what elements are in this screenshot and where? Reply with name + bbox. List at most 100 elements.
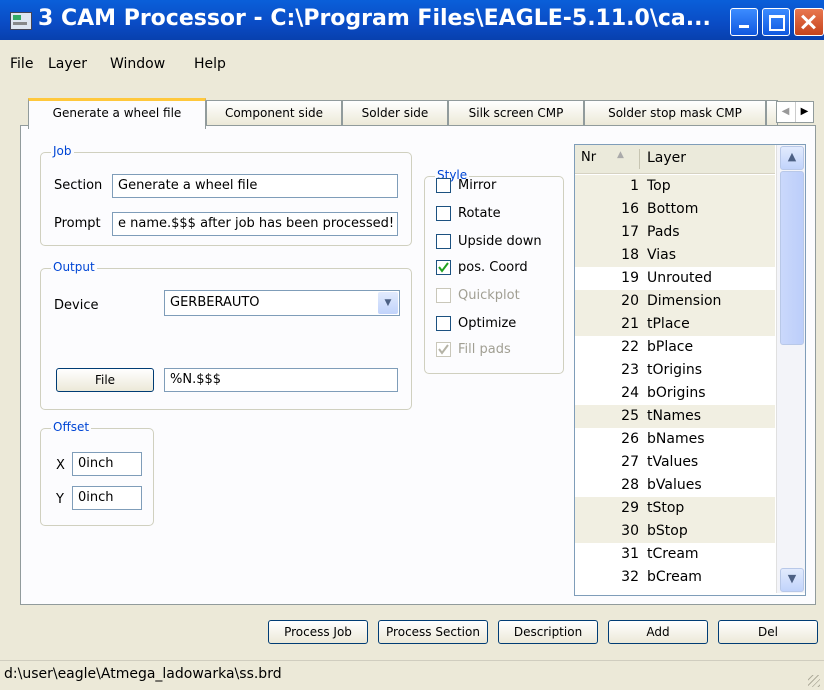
layer-nr: 16 <box>621 201 639 217</box>
offset-x-input[interactable]: 0inch <box>72 452 142 476</box>
column-divider <box>639 149 640 169</box>
fill-pads-checkbox[interactable] <box>436 342 451 357</box>
prompt-input[interactable]: e name.$$$ after job has been processed! <box>112 212 398 236</box>
tab-solder-side[interactable]: Solder side <box>342 100 448 125</box>
layer-nr: 31 <box>621 546 639 562</box>
tab-scroll-buttons: ◀ ▶ <box>776 101 814 123</box>
column-nr-header[interactable]: Nr <box>581 150 596 165</box>
layer-name: Vias <box>647 247 677 263</box>
maximize-button[interactable] <box>762 8 790 36</box>
offset-group: Offset <box>40 420 154 526</box>
file-input[interactable]: %N.$$$ <box>164 368 398 392</box>
layer-name: Pads <box>647 224 680 240</box>
scroll-left-icon[interactable]: ◀ <box>777 102 794 122</box>
layer-nr: 22 <box>621 339 639 355</box>
layer-row[interactable]: 19 Unrouted <box>575 267 775 290</box>
layer-row[interactable]: 1 Top <box>575 175 775 198</box>
column-layer-header[interactable]: Layer <box>647 150 686 166</box>
layer-row[interactable]: 22 bPlace <box>575 336 775 359</box>
mirror-label: Mirror <box>458 178 497 193</box>
device-select[interactable]: GERBERAUTO ▼ <box>164 290 400 316</box>
menu-help[interactable]: Help <box>194 56 226 72</box>
layer-row[interactable]: 28 bValues <box>575 474 775 497</box>
layer-name: tNames <box>647 408 702 424</box>
layer-name: Dimension <box>647 293 722 309</box>
mirror-checkbox[interactable] <box>436 178 451 193</box>
tab-silk-screen-cmp[interactable]: Silk screen CMP <box>448 100 584 125</box>
fill-pads-label: Fill pads <box>458 342 511 357</box>
layer-nr: 23 <box>621 362 639 378</box>
checkmark-icon <box>438 344 449 355</box>
layer-name: bValues <box>647 477 702 493</box>
rotate-checkbox[interactable] <box>436 206 451 221</box>
status-path: d:\user\eagle\Atmega_ladowarka\ss.brd <box>4 666 282 682</box>
menu-window[interactable]: Window <box>110 56 165 72</box>
quickplot-checkbox[interactable] <box>436 288 451 303</box>
output-legend: Output <box>51 260 97 274</box>
description-button[interactable]: Description <box>498 620 598 644</box>
optimize-checkbox[interactable] <box>436 316 451 331</box>
layer-row[interactable]: 32 bCream <box>575 566 775 589</box>
rotate-label: Rotate <box>458 206 501 221</box>
layer-row[interactable]: 16 Bottom <box>575 198 775 221</box>
menu-layer[interactable]: Layer <box>48 56 87 72</box>
layer-nr: 28 <box>621 477 639 493</box>
layer-list[interactable]: Nr ▲ Layer 1 Top 16 Bottom 17 Pads 18 Vias 19 Unr… <box>574 144 806 596</box>
device-label: Device <box>54 298 99 313</box>
chevron-down-icon[interactable]: ▼ <box>378 292 398 314</box>
layer-row[interactable]: 29 tStop <box>575 497 775 520</box>
process-section-button[interactable]: Process Section <box>378 620 488 644</box>
del-button[interactable]: Del <box>718 620 818 644</box>
optimize-label: Optimize <box>458 316 517 331</box>
menu-file[interactable]: File <box>10 56 33 72</box>
section-input[interactable]: Generate a wheel file <box>112 174 398 198</box>
layer-name: tPlace <box>647 316 690 332</box>
file-button[interactable]: File <box>56 368 154 392</box>
layer-row[interactable]: 30 bStop <box>575 520 775 543</box>
layer-nr: 17 <box>621 224 639 240</box>
tab-generate-wheel-file[interactable]: Generate a wheel file <box>28 98 206 129</box>
add-button[interactable]: Add <box>608 620 708 644</box>
tab-solder-stop-mask-cmp[interactable]: Solder stop mask CMP <box>584 100 766 125</box>
upside-down-checkbox[interactable] <box>436 234 451 249</box>
job-legend: Job <box>51 144 74 158</box>
scroll-right-icon[interactable]: ▶ <box>795 102 813 122</box>
layer-row[interactable]: 17 Pads <box>575 221 775 244</box>
tab-strip: Generate a wheel file Component side Sol… <box>28 98 816 129</box>
layer-name: bNames <box>647 431 705 447</box>
layer-row[interactable]: 20 Dimension <box>575 290 775 313</box>
app-icon[interactable] <box>10 12 32 30</box>
layer-row[interactable]: 18 Vias <box>575 244 775 267</box>
layer-row[interactable]: 26 bNames <box>575 428 775 451</box>
scrollbar-thumb[interactable] <box>780 171 804 345</box>
upside-down-label: Upside down <box>458 234 542 249</box>
offset-y-input[interactable]: 0inch <box>72 486 142 510</box>
layer-nr: 25 <box>621 408 639 424</box>
layer-name: tValues <box>647 454 699 470</box>
layer-name: bCream <box>647 569 702 585</box>
layer-row[interactable]: 31 tCream <box>575 543 775 566</box>
close-button[interactable] <box>794 8 824 36</box>
resize-grip-icon[interactable] <box>808 675 820 687</box>
pos-coord-checkbox[interactable] <box>436 260 451 275</box>
scroll-down-icon[interactable]: ▼ <box>780 568 804 592</box>
device-value: GERBERAUTO <box>170 295 260 310</box>
layer-row[interactable]: 27 tValues <box>575 451 775 474</box>
process-job-button[interactable]: Process Job <box>268 620 368 644</box>
layer-row[interactable]: 23 tOrigins <box>575 359 775 382</box>
layer-row[interactable]: 24 bOrigins <box>575 382 775 405</box>
layer-nr: 24 <box>621 385 639 401</box>
tab-component-side[interactable]: Component side <box>206 100 342 125</box>
title-bar[interactable]: 3 CAM Processor - C:\Program Files\EAGLE… <box>0 0 824 40</box>
layer-nr: 18 <box>621 247 639 263</box>
layer-nr: 32 <box>621 569 639 585</box>
layer-list-scrollbar[interactable]: ▲ ▼ <box>776 145 805 593</box>
layer-row[interactable]: 21 tPlace <box>575 313 775 336</box>
scroll-up-icon[interactable]: ▲ <box>780 146 804 170</box>
pos-coord-label: pos. Coord <box>458 260 528 275</box>
layer-nr: 30 <box>621 523 639 539</box>
layer-row[interactable]: 25 tNames <box>575 405 775 428</box>
layer-name: bStop <box>647 523 688 539</box>
minimize-button[interactable] <box>730 8 758 36</box>
offset-x-label: X <box>56 458 65 473</box>
